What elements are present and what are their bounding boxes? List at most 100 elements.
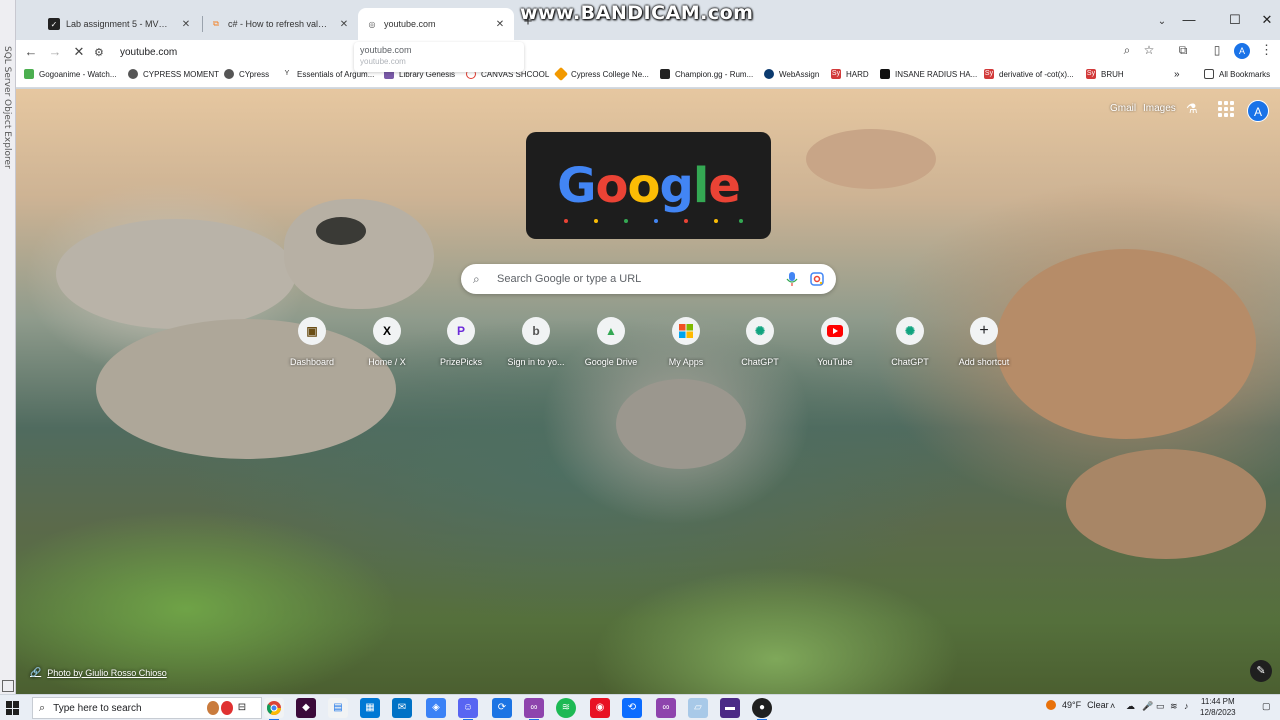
tray-chevron-icon[interactable]: ˄ <box>1110 701 1115 711</box>
store-taskbar-icon[interactable]: ▦ <box>360 698 380 718</box>
shortcut-chatgpt[interactable]: ✺ ChatGPT <box>723 317 797 367</box>
maximize-button[interactable]: ☐ <box>1224 12 1246 28</box>
shortcut-home-x[interactable]: X Home / X <box>350 317 424 367</box>
tray-app-icon[interactable]: ☁ <box>1126 701 1135 712</box>
close-tab-icon[interactable]: ✕ <box>338 19 350 30</box>
tab-youtube[interactable]: ◎ youtube.com ✕ <box>358 8 514 40</box>
back-button[interactable]: ← <box>20 42 42 62</box>
gmail-link[interactable]: Gmail <box>1110 103 1136 114</box>
shortcut-my-apps[interactable]: My Apps <box>649 317 723 367</box>
labs-flask-icon[interactable]: ⚗ <box>1186 101 1202 117</box>
extensions-icon[interactable]: ⧉ <box>1174 43 1192 58</box>
app-taskbar-icon[interactable]: ◉ <box>590 698 610 718</box>
microphone-icon[interactable]: 🎤 <box>1142 701 1153 712</box>
bookmark-star-icon[interactable]: ☆ <box>1140 43 1158 57</box>
shortcut-label: My Apps <box>668 357 704 367</box>
profile-avatar[interactable]: A <box>1234 43 1250 59</box>
championgg-icon <box>660 69 670 79</box>
taskbar-clock[interactable]: 11:44 PM 12/8/2023 <box>1200 696 1236 718</box>
bookmark-item[interactable]: Sy derivative of -cot(x)... <box>984 69 1074 79</box>
weather-temp: 49°F <box>1062 700 1082 710</box>
bookmark-item[interactable]: CYpress <box>224 69 269 79</box>
stop-loading-button[interactable]: ✕ <box>68 42 90 62</box>
spotify-taskbar-icon[interactable]: ≋ <box>556 698 576 718</box>
bookmark-item[interactable]: WebAssign <box>764 69 819 79</box>
account-avatar[interactable]: A <box>1247 100 1269 122</box>
bookmark-item[interactable]: Sy BRUH <box>1086 69 1124 79</box>
url-text[interactable]: youtube.com <box>120 47 177 58</box>
folder-icon <box>1204 69 1214 79</box>
visual-studio-taskbar-icon[interactable]: ∞ <box>656 698 676 718</box>
tab-lab-assignment[interactable]: ✓ Lab assignment 5 - MVC Web A ✕ <box>40 8 200 40</box>
shortcut-label: Home / X <box>368 357 406 367</box>
messenger-taskbar-icon[interactable]: ⟳ <box>492 698 512 718</box>
canvas-favicon-icon: ✓ <box>48 18 60 30</box>
omnibox-suggestion[interactable]: youtube.com youtube.com <box>354 42 524 72</box>
shortcut-prizepicks[interactable]: P PrizePicks <box>424 317 498 367</box>
visual-studio-taskbar-icon[interactable]: ∞ <box>524 698 544 720</box>
google-apps-icon[interactable] <box>1218 101 1234 117</box>
app-taskbar-icon[interactable]: ◈ <box>426 698 446 718</box>
shortcut-youtube[interactable]: YouTube <box>798 317 872 367</box>
discord-taskbar-icon[interactable]: ☺ <box>458 698 478 720</box>
app-taskbar-icon[interactable]: ⟲ <box>622 698 642 718</box>
side-panel-icon[interactable]: ▯ <box>1208 43 1226 57</box>
google-lens-icon[interactable] <box>810 272 824 286</box>
search-placeholder[interactable]: Search Google or type a URL <box>497 273 786 285</box>
shortcut-google-drive[interactable]: ▲ Google Drive <box>574 317 648 367</box>
site-settings-icon[interactable]: ⚙ <box>94 46 110 59</box>
voice-search-mic-icon[interactable] <box>786 272 798 286</box>
weather-widget[interactable]: 49°F Clear <box>1046 700 1109 710</box>
app-taskbar-icon[interactable]: ◆ <box>296 698 316 718</box>
task-view-icon[interactable]: ⊟ <box>232 698 252 718</box>
close-window-button[interactable]: ✕ <box>1256 12 1278 28</box>
chrome-taskbar-icon[interactable] <box>264 698 284 720</box>
bookmark-item[interactable]: Champion.gg - Rum... <box>660 69 753 79</box>
photo-credit-text: Photo by Giulio Rosso Chioso <box>47 667 167 678</box>
ntp-search-box[interactable]: ⌕ Search Google or type a URL <box>461 264 836 294</box>
minimize-button[interactable]: — <box>1178 12 1200 27</box>
bookmark-item[interactable]: Gogoanime - Watch... <box>24 69 117 79</box>
bandicam-taskbar-icon[interactable]: ● <box>752 698 772 720</box>
taskbar-search-box[interactable]: ⌕ Type here to search <box>32 697 262 719</box>
gogoanime-icon <box>24 69 34 79</box>
bookmark-item[interactable]: Cypress College Ne... <box>553 66 649 82</box>
shortcut-dashboard[interactable]: ▣ Dashboard <box>275 317 349 367</box>
tab-stackoverflow[interactable]: ⧉ c# - How to refresh values from ✕ <box>202 8 358 40</box>
close-tab-icon[interactable]: ✕ <box>180 19 192 30</box>
app-taskbar-icon[interactable]: ▬ <box>720 698 740 718</box>
bookmark-item[interactable]: Sy HARD <box>831 69 869 79</box>
omnibox[interactable]: ⚙ youtube.com <box>94 41 1174 63</box>
shortcut-chatgpt-2[interactable]: ✺ ChatGPT <box>873 317 947 367</box>
explorer-taskbar-icon[interactable]: ▤ <box>328 698 348 718</box>
app-taskbar-icon[interactable]: ▱ <box>688 698 708 718</box>
tab-search-chevron-icon[interactable]: ⌄ <box>1152 12 1172 32</box>
more-bookmarks-chevron-icon[interactable]: » <box>1174 69 1180 80</box>
shortcut-add[interactable]: + Add shortcut <box>947 317 1021 367</box>
volume-icon[interactable]: ♪ <box>1184 701 1189 711</box>
panel-toggle-icon[interactable] <box>2 680 14 692</box>
close-tab-icon[interactable]: ✕ <box>494 19 506 30</box>
all-bookmarks-folder[interactable]: All Bookmarks <box>1204 69 1270 79</box>
chrome-menu-icon[interactable]: ⋮ <box>1260 42 1273 58</box>
bookmark-item[interactable]: INSANE RADIUS HA... <box>880 69 977 79</box>
forward-button[interactable]: → <box>44 42 66 62</box>
photo-credit-link[interactable]: 🔗 Photo by Giulio Rosso Chioso <box>30 667 167 678</box>
google-drive-icon: ▲ <box>597 317 625 345</box>
bookmark-label: Cypress College Ne... <box>571 69 649 79</box>
notifications-icon[interactable]: ▢ <box>1262 701 1271 712</box>
images-link[interactable]: Images <box>1143 103 1176 114</box>
windows-start-icon[interactable] <box>6 701 20 715</box>
mail-taskbar-icon[interactable]: ✉ <box>392 698 412 718</box>
shortcut-sign-in[interactable]: b Sign in to yo... <box>499 317 573 367</box>
customize-pencil-icon[interactable]: ✎ <box>1250 660 1272 682</box>
google-doodle[interactable]: Google <box>526 132 771 239</box>
bookmarks-bar: Gogoanime - Watch... CYPRESS MOMENT CYpr… <box>16 64 1280 88</box>
zoom-icon[interactable]: ⌕ <box>1118 43 1136 58</box>
side-panel-label[interactable]: SQL Server Object Explorer <box>2 46 12 169</box>
bookmark-item[interactable]: CYPRESS MOMENT <box>128 69 219 79</box>
windows-taskbar: ⌕ Type here to search ⊟ ◆ ▤ ▦ ✉ ◈ ☺ ⟳ ∞ … <box>0 694 1280 720</box>
battery-icon[interactable]: ▭ <box>1156 701 1165 712</box>
shortcut-label: Sign in to yo... <box>507 357 565 367</box>
wifi-icon[interactable]: ≋ <box>1170 701 1178 712</box>
